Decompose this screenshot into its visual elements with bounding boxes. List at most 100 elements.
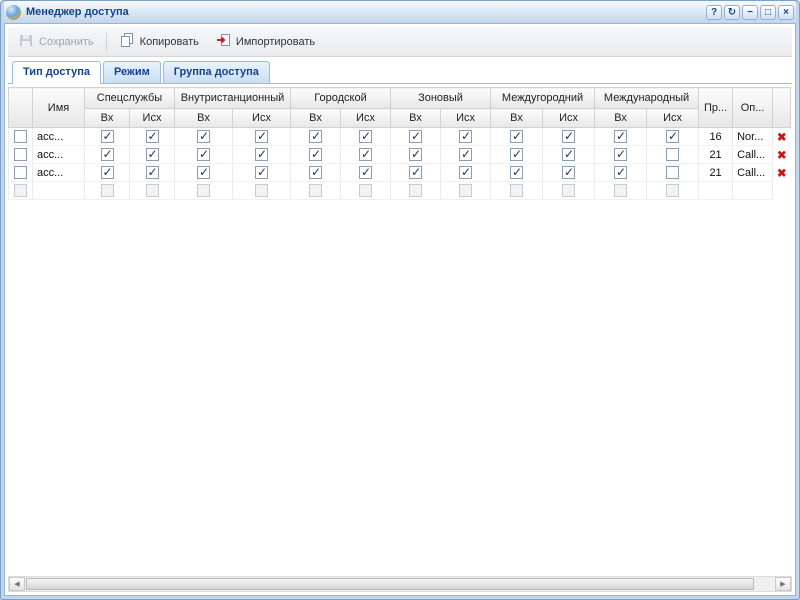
row-name: acc... bbox=[37, 167, 63, 179]
minimize-button[interactable]: − bbox=[742, 5, 758, 20]
access-checkbox[interactable] bbox=[255, 166, 268, 179]
access-checkbox[interactable] bbox=[459, 166, 472, 179]
subcol-in[interactable]: Вх bbox=[491, 109, 543, 128]
close-button[interactable]: × bbox=[778, 5, 794, 20]
access-checkbox[interactable] bbox=[146, 166, 159, 179]
table-row: acc...16Nor...✖ bbox=[9, 128, 791, 146]
col-header-description[interactable]: Оп... bbox=[733, 88, 773, 128]
col-header-priority[interactable]: Пр... bbox=[699, 88, 733, 128]
scrollbar-thumb[interactable] bbox=[26, 578, 754, 590]
access-checkbox[interactable] bbox=[359, 184, 372, 197]
access-checkbox[interactable] bbox=[146, 130, 159, 143]
scroll-left-icon[interactable]: ◀ bbox=[9, 577, 25, 591]
subcol-out[interactable]: Исх bbox=[441, 109, 491, 128]
access-checkbox[interactable] bbox=[197, 166, 210, 179]
access-checkbox[interactable] bbox=[409, 184, 422, 197]
access-checkbox[interactable] bbox=[614, 148, 627, 161]
subcol-in[interactable]: Вх bbox=[85, 109, 130, 128]
access-checkbox[interactable] bbox=[146, 148, 159, 161]
tab-access-group[interactable]: Группа доступа bbox=[163, 61, 270, 83]
row-select-checkbox[interactable] bbox=[14, 148, 27, 161]
access-checkbox[interactable] bbox=[409, 148, 422, 161]
window-title: Менеджер доступа bbox=[26, 6, 129, 18]
access-checkbox[interactable] bbox=[409, 166, 422, 179]
access-checkbox[interactable] bbox=[614, 166, 627, 179]
refresh-button[interactable]: ↻ bbox=[724, 5, 740, 20]
access-checkbox[interactable] bbox=[614, 130, 627, 143]
delete-row-icon[interactable]: ✖ bbox=[777, 166, 787, 180]
access-checkbox[interactable] bbox=[359, 130, 372, 143]
subcol-out[interactable]: Исх bbox=[233, 109, 291, 128]
access-checkbox[interactable] bbox=[359, 166, 372, 179]
save-icon bbox=[18, 32, 34, 51]
col-group-international[interactable]: Международный bbox=[595, 88, 699, 109]
subcol-in[interactable]: Вх bbox=[595, 109, 647, 128]
access-checkbox[interactable] bbox=[666, 184, 679, 197]
subcol-out[interactable]: Исх bbox=[130, 109, 175, 128]
access-checkbox[interactable] bbox=[255, 184, 268, 197]
access-checkbox[interactable] bbox=[510, 130, 523, 143]
access-checkbox[interactable] bbox=[255, 148, 268, 161]
access-checkbox[interactable] bbox=[459, 184, 472, 197]
scrollbar-track[interactable] bbox=[25, 577, 775, 591]
row-select-checkbox[interactable] bbox=[14, 166, 27, 179]
access-checkbox[interactable] bbox=[197, 148, 210, 161]
access-checkbox[interactable] bbox=[562, 148, 575, 161]
tab-access-type[interactable]: Тип доступа bbox=[12, 61, 101, 84]
access-checkbox[interactable] bbox=[197, 130, 210, 143]
table-row: acc...21Call...✖ bbox=[9, 146, 791, 164]
access-checkbox[interactable] bbox=[146, 184, 159, 197]
tab-mode[interactable]: Режим bbox=[103, 61, 161, 83]
save-button[interactable]: Сохранить bbox=[12, 29, 100, 54]
access-checkbox[interactable] bbox=[101, 130, 114, 143]
copy-button[interactable]: Копировать bbox=[113, 29, 205, 54]
access-checkbox[interactable] bbox=[666, 166, 679, 179]
row-description: Nor... bbox=[737, 131, 763, 143]
row-select-checkbox[interactable] bbox=[14, 130, 27, 143]
access-checkbox[interactable] bbox=[459, 148, 472, 161]
access-checkbox[interactable] bbox=[309, 130, 322, 143]
subcol-in[interactable]: Вх bbox=[291, 109, 341, 128]
col-group-zone[interactable]: Зоновый bbox=[391, 88, 491, 109]
scroll-right-icon[interactable]: ▶ bbox=[775, 577, 791, 591]
access-checkbox[interactable] bbox=[614, 184, 627, 197]
access-checkbox[interactable] bbox=[409, 130, 422, 143]
col-group-intrastation[interactable]: Внутристанционный bbox=[175, 88, 291, 109]
access-checkbox[interactable] bbox=[666, 148, 679, 161]
access-checkbox[interactable] bbox=[562, 184, 575, 197]
access-checkbox[interactable] bbox=[562, 130, 575, 143]
access-checkbox[interactable] bbox=[255, 130, 268, 143]
delete-row-icon[interactable]: ✖ bbox=[777, 130, 787, 144]
access-checkbox[interactable] bbox=[510, 166, 523, 179]
import-button[interactable]: Импортировать bbox=[209, 29, 321, 54]
maximize-button[interactable]: □ bbox=[760, 5, 776, 20]
access-checkbox[interactable] bbox=[562, 166, 575, 179]
access-checkbox[interactable] bbox=[309, 184, 322, 197]
subcol-in[interactable]: Вх bbox=[391, 109, 441, 128]
row-select-checkbox[interactable] bbox=[14, 184, 27, 197]
subcol-in[interactable]: Вх bbox=[175, 109, 233, 128]
access-checkbox[interactable] bbox=[510, 148, 523, 161]
delete-row-icon[interactable]: ✖ bbox=[777, 148, 787, 162]
subcol-out[interactable]: Исх bbox=[341, 109, 391, 128]
access-checkbox[interactable] bbox=[510, 184, 523, 197]
access-checkbox[interactable] bbox=[197, 184, 210, 197]
app-icon bbox=[6, 5, 21, 20]
access-checkbox[interactable] bbox=[309, 148, 322, 161]
access-checkbox[interactable] bbox=[359, 148, 372, 161]
help-button[interactable]: ? bbox=[706, 5, 722, 20]
access-checkbox[interactable] bbox=[459, 130, 472, 143]
access-checkbox[interactable] bbox=[666, 130, 679, 143]
access-checkbox[interactable] bbox=[101, 166, 114, 179]
subcol-out[interactable]: Исх bbox=[647, 109, 699, 128]
col-group-city[interactable]: Городской bbox=[291, 88, 391, 109]
access-table: Имя Спецслужбы Внутристанционный Городск… bbox=[8, 87, 791, 200]
col-group-longdistance[interactable]: Междугородний bbox=[491, 88, 595, 109]
access-checkbox[interactable] bbox=[101, 148, 114, 161]
access-checkbox[interactable] bbox=[101, 184, 114, 197]
access-checkbox[interactable] bbox=[309, 166, 322, 179]
col-group-emergency[interactable]: Спецслужбы bbox=[85, 88, 175, 109]
col-header-name[interactable]: Имя bbox=[33, 88, 85, 128]
access-manager-window: Менеджер доступа ? ↻ − □ × Сохранить Коп… bbox=[0, 0, 800, 600]
subcol-out[interactable]: Исх bbox=[543, 109, 595, 128]
